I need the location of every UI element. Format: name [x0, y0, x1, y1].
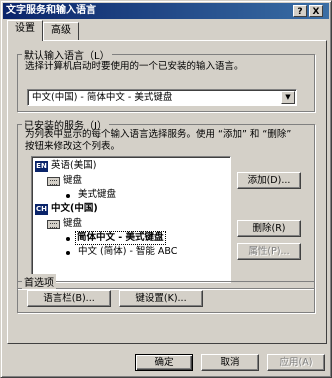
language-ch-icon: CH: [35, 204, 48, 215]
language-bar-button[interactable]: 语言栏(B)...: [27, 290, 111, 307]
keyboard-icon: [47, 220, 60, 229]
tab-settings[interactable]: 设置: [7, 20, 43, 41]
default-language-description: 选择计算机启动时要使用的一个已安装的输入语言。: [25, 61, 244, 72]
services-tree[interactable]: EN 英语(美国) 键盘 美式键盘 CH 中文(中国) 键盘 简体中文 - 美式…: [31, 156, 231, 283]
keyboard-icon: [47, 177, 60, 186]
dropdown-arrow-icon[interactable]: ▼: [281, 91, 295, 104]
tree-item-smart-abc[interactable]: 中文 (简体) - 智能 ABC: [78, 246, 177, 258]
remove-button[interactable]: 删除(R): [237, 220, 301, 237]
bullet-icon: [66, 194, 70, 198]
key-settings-button[interactable]: 键设置(K)...: [119, 290, 203, 307]
properties-button[interactable]: 属性(P)...: [237, 243, 301, 260]
tree-item-simplified-us-keyboard[interactable]: 简体中文 - 美式键盘: [75, 231, 166, 245]
dialog-window: 文字服务和输入语言 ? X 设置 高级 默认输入语言（L） 选择计算机启动时要使…: [0, 0, 332, 378]
apply-button[interactable]: 应用(A): [267, 354, 325, 371]
default-language-label: 默认输入语言（L）: [22, 47, 112, 62]
preferences-label: 首选项: [22, 274, 56, 289]
tree-language-ch[interactable]: 中文(中国): [51, 203, 98, 215]
tree-keyboard-group-ch[interactable]: 键盘: [63, 218, 82, 230]
bullet-icon: [66, 237, 70, 241]
installed-services-description-2: 按钮来修改这个列表。: [25, 141, 121, 152]
default-language-select[interactable]: 中文(中国) - 简体中文 - 美式键盘 ▼: [27, 89, 297, 106]
tab-advanced[interactable]: 高级: [43, 22, 79, 40]
installed-services-description-1: 为列表中显示的每个输入语言选择服务。使用 “添加” 和 “删除”: [25, 129, 292, 140]
add-button[interactable]: 添加(D)...: [237, 172, 301, 189]
language-en-icon: EN: [35, 161, 48, 172]
cancel-button[interactable]: 取消: [201, 354, 259, 371]
window-title: 文字服务和输入语言: [6, 5, 96, 16]
close-button[interactable]: X: [309, 5, 323, 17]
tree-language-en[interactable]: 英语(美国): [51, 160, 96, 172]
default-language-value: 中文(中国) - 简体中文 - 美式键盘: [32, 92, 173, 103]
bullet-icon: [66, 251, 70, 255]
tree-keyboard-group-en[interactable]: 键盘: [63, 175, 82, 187]
title-bar: 文字服务和输入语言 ? X: [3, 3, 329, 19]
tree-item-us-keyboard[interactable]: 美式键盘: [78, 189, 116, 201]
ok-button[interactable]: 确定: [135, 354, 193, 371]
help-button[interactable]: ?: [293, 5, 307, 17]
